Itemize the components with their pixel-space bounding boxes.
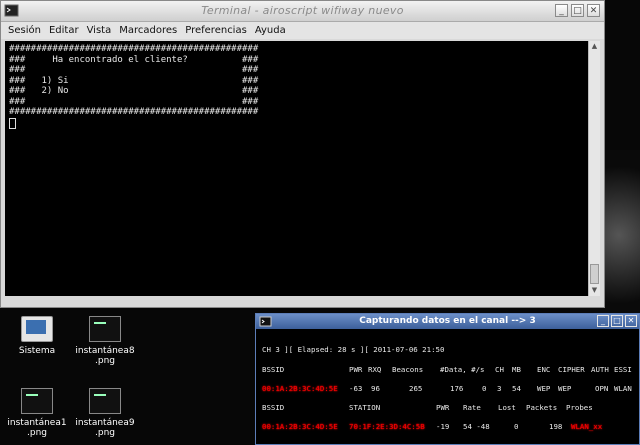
station-packets: 198 [549, 422, 563, 431]
terminal-statusbar [5, 296, 600, 305]
col-pwr: PWR [349, 365, 363, 374]
scrollbar-thumb[interactable] [590, 264, 599, 284]
status-line: CH 3 ][ Elapsed: 28 s ][ 2011-07-06 21:5… [262, 345, 445, 354]
desktop-icon-label: instantánea8 .png [75, 346, 135, 366]
col-auth: AUTH [591, 365, 609, 374]
ap-pwr: -63 [349, 384, 363, 393]
image-file-icon [89, 316, 121, 342]
menu-vista[interactable]: Vista [87, 25, 112, 36]
col-rate: Rate [463, 403, 481, 412]
desktop-icon-label: Sistema [18, 346, 56, 356]
maximize-button[interactable]: □ [571, 4, 584, 17]
airodump-title: Capturando datos en el canal --> 3 [359, 316, 536, 326]
console-line: ########################################… [9, 107, 259, 117]
maximize-button[interactable]: □ [611, 315, 623, 327]
terminal-window: Terminal - airoscript wifiway nuevo _ □ … [0, 0, 605, 308]
col-beacons: Beacons [392, 365, 424, 374]
image-file-icon [89, 388, 121, 414]
col-mb: MB [512, 365, 521, 374]
console-line: ### 2) No ### [9, 86, 259, 96]
col-pwr: PWR [436, 403, 450, 412]
ap-rate: 0 [482, 384, 487, 393]
ap-enc: WEP [537, 384, 551, 393]
close-button[interactable]: ✕ [625, 315, 637, 327]
redacted-probes: WLAN_xx [571, 422, 603, 431]
desktop-icon-label: instantánea9 .png [75, 418, 135, 438]
ap-data: 176 [450, 384, 464, 393]
console-line: ### ### [9, 96, 259, 107]
menu-sesion[interactable]: Sesión [8, 25, 41, 36]
col-enc: ENC [537, 365, 551, 374]
console-line: ### ### [9, 65, 259, 75]
minimize-button[interactable]: _ [597, 315, 609, 327]
console-line: ### 1) Si ### [9, 75, 259, 86]
menu-preferencias[interactable]: Preferencias [185, 25, 247, 36]
station-rate: 54 -48 [463, 422, 490, 431]
station-header-row: BSSID STATION PWR Rate Lost Packets Prob… [256, 403, 639, 413]
text-cursor [9, 117, 16, 129]
station-pwr: -19 [436, 422, 450, 431]
menu-marcadores[interactable]: Marcadores [119, 25, 177, 36]
terminal-menubar: Sesión Editar Vista Marcadores Preferenc… [1, 22, 604, 39]
menu-ayuda[interactable]: Ayuda [255, 25, 286, 36]
desktop-icon-label: instantánea1 .png [7, 418, 67, 438]
col-ch: CH [495, 365, 504, 374]
ap-auth: OPN [595, 384, 609, 393]
station-row: 00:1A:2B:3C:4D:5E 70:1F:2E:3D:4C:5B -19 … [256, 422, 639, 432]
minimize-button[interactable]: _ [555, 4, 568, 17]
redacted-bssid: 00:1A:2B:3C:4D:5E [262, 422, 338, 431]
col-rxq: RXQ [368, 365, 382, 374]
station-lost: 0 [514, 422, 519, 431]
terminal-titlebar[interactable]: Terminal - airoscript wifiway nuevo _ □ … [1, 1, 604, 22]
desktop-icon-instantanea8[interactable]: instantánea8 .png [74, 316, 136, 366]
col-packets: Packets [526, 403, 558, 412]
ap-header-row: BSSID PWR RXQ Beacons #Data, #/s CH MB E… [256, 365, 639, 375]
scroll-up-icon[interactable]: ▲ [589, 41, 600, 52]
redacted-station: 70:1F:2E:3D:4C:5B [349, 422, 425, 431]
ap-mb: 54 [512, 384, 521, 393]
airodump-output[interactable]: CH 3 ][ Elapsed: 28 s ][ 2011-07-06 21:5… [256, 329, 639, 444]
menu-editar[interactable]: Editar [49, 25, 79, 36]
ap-essid: WLAN [614, 384, 632, 393]
col-probes: Probes [566, 403, 593, 412]
airodump-titlebar[interactable]: Capturando datos en el canal --> 3 _ □ ✕ [256, 314, 639, 329]
airodump-window: Capturando datos en el canal --> 3 _ □ ✕… [255, 313, 640, 445]
ap-ch: 3 [497, 384, 502, 393]
ap-beacons: 265 [409, 384, 423, 393]
redacted-bssid: 00:1A:2B:3C:4D:5E [262, 384, 338, 393]
console-line: ### Ha encontrado el cliente? ### [9, 54, 259, 65]
ap-cipher: WEP [558, 384, 572, 393]
ap-row: 00:1A:2B:3C:4D:5E -63 96 265 176 0 3 54 … [256, 384, 639, 394]
desktop-icon-instantanea1[interactable]: instantánea1 .png [6, 388, 68, 438]
col-data: #Data, #/s [440, 365, 485, 374]
terminal-scrollbar[interactable]: ▲ ▼ [588, 41, 600, 296]
terminal-title: Terminal - airoscript wifiway nuevo [201, 4, 404, 17]
desktop-icon-sistema[interactable]: Sistema [6, 316, 68, 356]
col-essid: ESSI [614, 365, 632, 374]
close-button[interactable]: ✕ [587, 4, 600, 17]
col-station: STATION [349, 403, 381, 412]
col-bssid: BSSID [262, 403, 285, 412]
scroll-down-icon[interactable]: ▼ [589, 285, 600, 296]
desktop-icon-instantanea9[interactable]: instantánea9 .png [74, 388, 136, 438]
col-bssid: BSSID [262, 365, 285, 374]
terminal-console[interactable]: ########################################… [5, 41, 589, 296]
col-cipher: CIPHER [558, 365, 585, 374]
col-lost: Lost [498, 403, 516, 412]
ap-rxq: 96 [371, 384, 380, 393]
console-line: ########################################… [9, 44, 259, 54]
computer-icon [21, 316, 53, 342]
image-file-icon [21, 388, 53, 414]
